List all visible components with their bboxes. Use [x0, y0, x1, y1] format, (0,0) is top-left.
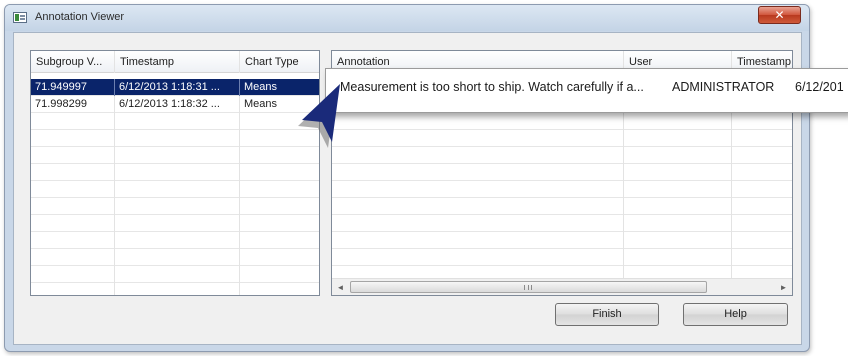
subgroup-grid[interactable]: Subgroup V... Timestamp Chart Type 71.94…: [30, 50, 320, 296]
empty-row: [332, 232, 792, 249]
empty-row: [332, 198, 792, 215]
annotation-row-callout[interactable]: Measurement is too short to ship. Watch …: [325, 68, 848, 113]
empty-row: [332, 164, 792, 181]
empty-row: [332, 147, 792, 164]
scroll-right-icon[interactable]: ►: [775, 279, 792, 295]
finish-button[interactable]: Finish: [555, 303, 659, 326]
column-header-subgroup-value[interactable]: Subgroup V...: [31, 51, 115, 73]
scroll-grip-icon: [524, 285, 532, 290]
empty-row: [332, 215, 792, 232]
empty-row: [332, 249, 792, 266]
empty-row: [31, 266, 319, 283]
subgroup-grid-header: Subgroup V... Timestamp Chart Type: [31, 51, 319, 73]
empty-row: [31, 249, 319, 266]
empty-row: [31, 164, 319, 181]
empty-row: [31, 198, 319, 215]
cell-timestamp: 6/12/2013 1:18:31 ...: [115, 79, 240, 96]
close-button[interactable]: ✕: [758, 6, 801, 24]
cell-subgroup-value: 71.949997: [31, 79, 115, 96]
scroll-left-icon[interactable]: ◄: [332, 279, 349, 295]
horizontal-scrollbar[interactable]: ◄ ►: [332, 278, 792, 295]
callout-timestamp: 6/12/201: [795, 80, 844, 94]
column-header-timestamp[interactable]: Timestamp: [115, 51, 240, 73]
table-row[interactable]: 71.998299 6/12/2013 1:18:32 ... Means: [31, 96, 319, 113]
callout-user: ADMINISTRATOR: [672, 80, 775, 94]
empty-row: [332, 130, 792, 147]
empty-row: [31, 232, 319, 249]
empty-row: [31, 181, 319, 198]
window-title: Annotation Viewer: [35, 11, 125, 23]
scrollbar-thumb[interactable]: [350, 281, 707, 293]
empty-row: [31, 215, 319, 232]
empty-row: [31, 113, 319, 130]
pointer-arrow-icon: [298, 84, 340, 148]
title-bar[interactable]: Annotation Viewer ✕: [5, 5, 809, 31]
help-button[interactable]: Help: [683, 303, 788, 326]
cell-timestamp: 6/12/2013 1:18:32 ...: [115, 96, 240, 113]
column-header-chart-type[interactable]: Chart Type: [240, 51, 319, 73]
empty-row: [31, 147, 319, 164]
empty-row: [31, 130, 319, 147]
annotation-viewer-window: Annotation Viewer ✕ Subgroup V... Timest…: [4, 4, 810, 352]
close-icon: ✕: [774, 8, 785, 22]
callout-annotation-text: Measurement is too short to ship. Watch …: [340, 80, 644, 94]
table-row-selected[interactable]: 71.949997 6/12/2013 1:18:31 ... Means: [31, 79, 319, 96]
empty-row: [332, 181, 792, 198]
cell-subgroup-value: 71.998299: [31, 96, 115, 113]
app-icon: [13, 12, 27, 23]
empty-row: [332, 113, 792, 130]
empty-row: [31, 283, 319, 295]
